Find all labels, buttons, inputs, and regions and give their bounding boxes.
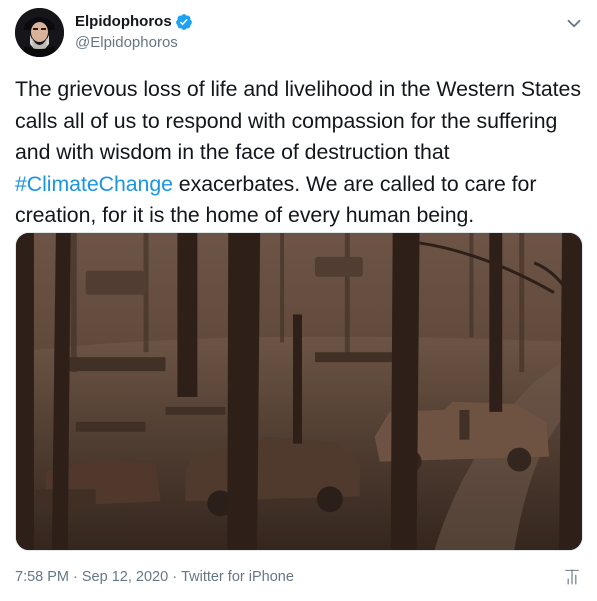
name-row: Elpidophoros xyxy=(75,12,193,32)
avatar[interactable] xyxy=(15,8,64,57)
meta-separator: · xyxy=(69,569,82,585)
tweet-photo[interactable] xyxy=(15,232,583,551)
verified-badge-icon xyxy=(175,13,193,31)
hashtag-link[interactable]: #ClimateChange xyxy=(15,172,173,196)
analytics-icon[interactable] xyxy=(563,568,581,586)
handle[interactable]: @Elpidophoros xyxy=(75,33,193,53)
tweet-text: The grievous loss of life and livelihood… xyxy=(15,74,587,232)
tweet-card: Elpidophoros @Elpidophoros The grievous … xyxy=(0,0,597,601)
wildfire-aftermath-image xyxy=(16,233,582,550)
tweet-time[interactable]: 7:58 PM xyxy=(15,567,69,587)
tweet-meta: 7:58 PM · Sep 12, 2020 · Twitter for iPh… xyxy=(15,567,294,587)
tweet-date[interactable]: Sep 12, 2020 xyxy=(82,567,168,587)
avatar-image xyxy=(15,8,64,57)
tweet-text-before: The grievous loss of life and livelihood… xyxy=(15,77,581,165)
tweet-source[interactable]: Twitter for iPhone xyxy=(181,567,294,587)
author-info: Elpidophoros @Elpidophoros xyxy=(75,12,193,53)
chevron-down-icon[interactable] xyxy=(565,14,583,32)
display-name[interactable]: Elpidophoros xyxy=(75,12,172,32)
meta-separator: · xyxy=(168,569,182,585)
